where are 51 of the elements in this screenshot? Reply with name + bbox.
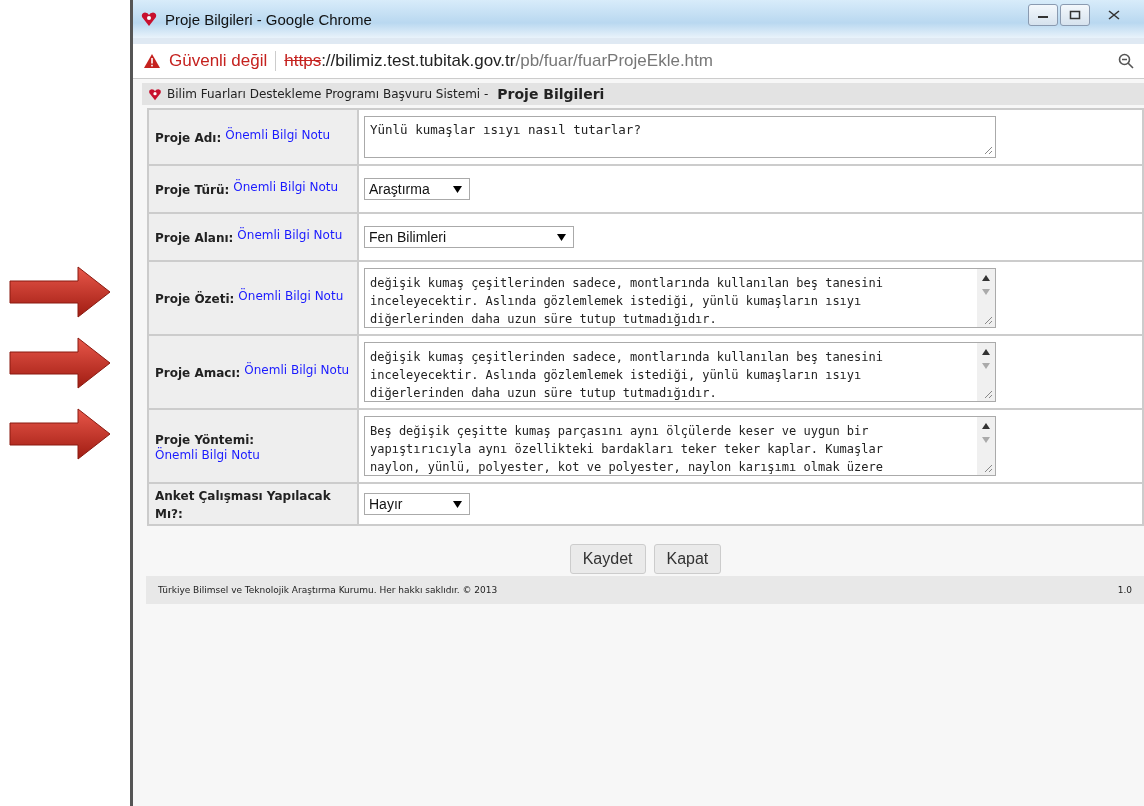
scroll-up-icon[interactable] (982, 275, 990, 281)
field-label: Proje Özeti: (155, 292, 235, 306)
resize-grip-icon (984, 464, 993, 473)
field-label: Proje Türü: (155, 183, 230, 197)
security-label: Güvenli değil (169, 51, 268, 71)
info-note-link[interactable]: Önemli Bilgi Notu (237, 228, 343, 243)
warning-icon (143, 53, 161, 69)
info-note-link[interactable]: Önemli Bilgi Notu (233, 180, 339, 195)
resize-grip-icon (984, 316, 993, 325)
maximize-icon (1069, 10, 1081, 20)
info-note-link[interactable]: Önemli Bilgi Notu (155, 447, 260, 463)
dropdown[interactable]: Fen Bilimleri (364, 226, 574, 248)
form-button[interactable]: Kaydet (569, 544, 646, 574)
resize-grip-icon (984, 146, 993, 155)
caret-icon (453, 501, 462, 508)
maximize-button[interactable] (1060, 4, 1090, 26)
field-label: Proje Amacı: (155, 366, 241, 380)
scroll-up-icon[interactable] (982, 423, 990, 429)
caret-icon (453, 186, 462, 193)
text-input[interactable]: Yünlü kumaşlar ısıyı nasıl tutarlar? (364, 116, 996, 158)
field-label: Proje Adı: (155, 131, 222, 145)
dropdown[interactable]: Hayır (364, 493, 470, 515)
info-note-link[interactable]: Önemli Bilgi Notu (225, 128, 331, 143)
page-title: Proje Bilgileri (497, 86, 605, 102)
minimize-button[interactable] (1028, 4, 1058, 26)
heart-logo-icon (141, 11, 157, 27)
scroll-up-icon[interactable] (982, 349, 990, 355)
dropdown[interactable]: Araştırma (364, 178, 470, 200)
info-note-link[interactable]: Önemli Bilgi Notu (238, 289, 344, 304)
caret-icon (557, 234, 566, 241)
version-text: 1.0 (1117, 585, 1132, 595)
scrollbar[interactable] (977, 417, 995, 475)
field-label: Anket Çalışması Yapılacak Mı?: (155, 489, 331, 521)
form-button[interactable]: Kapat (653, 544, 722, 574)
window-title: Proje Bilgileri - Google Chrome (165, 10, 372, 28)
zoom-icon[interactable] (1118, 53, 1134, 69)
resize-grip-icon (984, 390, 993, 399)
field-label: Proje Alanı: (155, 231, 234, 245)
close-icon (1108, 10, 1120, 20)
url-text: https://bilimiz.test.tubitak.gov.tr/pb/fuar/fuarProjeEkle.htm (284, 51, 713, 71)
heart-logo-icon (148, 87, 162, 101)
info-note-link[interactable]: Önemli Bilgi Notu (244, 363, 350, 378)
address-bar[interactable]: Güvenli değil https://bilimiz.test.tubitak.gov.tr/pb/fuar/fuarProjeEkle.htm (133, 38, 1144, 79)
field-label: Proje Yöntemi: (155, 432, 255, 447)
copyright-text: Türkiye Bilimsel ve Teknolojik Araştırma Kurumu. Her hakkı saklıdır. © 2013 (158, 585, 498, 595)
text-area[interactable]: değişik kumaş çeşitlerinden sadece, montlarında kullanılan beş tanesini inceleyecektir. Aslında gözlemlemek istediği, yünlü kumaşların ısıyı diğerlerinden daha uzun süre tutup tutmadığıdır. (364, 342, 996, 402)
text-area[interactable]: değişik kumaş çeşitlerinden sadece, montlarında kullanılan beş tanesini inceleyecektir. Aslında gözlemlemek istediği, yünlü kumaşların ısıyı diğerlerinden daha uzun süre tutup tutmadığıdır. (364, 268, 996, 328)
scrollbar[interactable] (977, 343, 995, 401)
scrollbar[interactable] (977, 269, 995, 327)
text-area[interactable]: Beş değişik çeşitte kumaş parçasını aynı ölçülerde keser ve uygun bir yapıştırıcıyla aynı özellikteki bardakları teker teker kaplar. Kumaşlar naylon, yünlü, polyester, kot ve polyester, naylon karışımı olmak üzere (364, 416, 996, 476)
system-name: Bilim Fuarları Destekleme Programı Başvuru Sistemi - (167, 87, 489, 101)
